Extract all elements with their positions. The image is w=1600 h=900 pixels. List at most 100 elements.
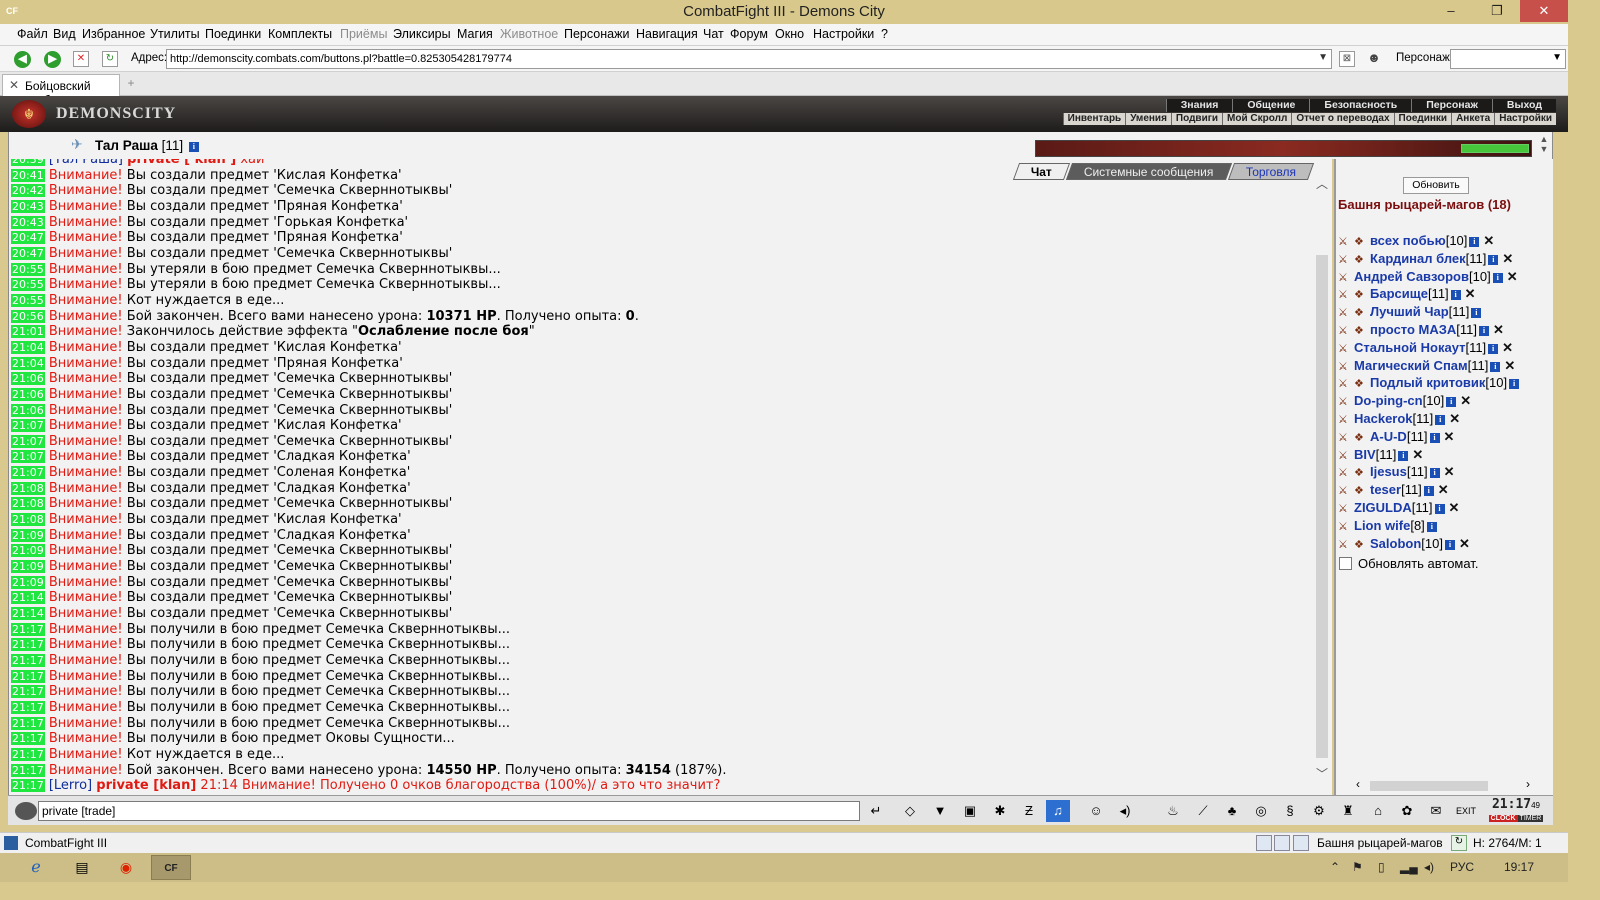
- player-nick[interactable]: всех побью: [1370, 233, 1446, 248]
- menu-item[interactable]: Файл: [17, 27, 48, 41]
- info-icon[interactable]: i: [1429, 432, 1440, 443]
- scroll-icon[interactable]: §: [1278, 800, 1302, 822]
- chat-timestamp[interactable]: 21:08: [11, 513, 45, 527]
- save-icon[interactable]: ▣: [958, 800, 982, 822]
- translit-icon[interactable]: Ƶ: [1017, 800, 1041, 822]
- armor-icon[interactable]: ♜: [1336, 800, 1360, 822]
- player-nick[interactable]: Lion wife: [1354, 518, 1410, 533]
- panel-scroll-arrows[interactable]: ▲ ▼: [1537, 134, 1551, 157]
- menu-item[interactable]: Окно: [775, 27, 804, 41]
- player-nick[interactable]: Андрей Савзоров: [1354, 269, 1469, 284]
- header-sublink[interactable]: Поединки: [1393, 113, 1452, 125]
- chat-tab[interactable]: Системные сообщения: [1065, 163, 1232, 180]
- info-icon[interactable]: i: [1488, 343, 1499, 354]
- attack-x-icon[interactable]: ✕: [1412, 447, 1423, 462]
- menu-item[interactable]: Комплекты: [268, 27, 332, 41]
- chat-timestamp[interactable]: 21:17: [11, 622, 45, 636]
- chat-timestamp[interactable]: 21:09: [11, 560, 45, 574]
- clan-icon[interactable]: ❖: [1354, 305, 1370, 319]
- header-link[interactable]: Знания: [1165, 99, 1233, 112]
- browser-icon[interactable]: ℯ: [16, 855, 56, 880]
- chat-timestamp[interactable]: 20:55: [11, 293, 45, 307]
- info-icon[interactable]: i: [1479, 325, 1490, 336]
- swords-icon[interactable]: ⚔: [1338, 341, 1354, 355]
- language-indicator[interactable]: РУС: [1450, 860, 1474, 874]
- clan-icon[interactable]: ❖: [1354, 465, 1370, 479]
- player-nick[interactable]: Salobon: [1370, 536, 1421, 551]
- chat-timestamp[interactable]: 20:55: [11, 278, 45, 292]
- info-icon[interactable]: i: [1450, 290, 1461, 301]
- chat-timestamp[interactable]: 20:56: [11, 309, 45, 323]
- volume-icon[interactable]: ◂): [1424, 860, 1434, 874]
- address-input[interactable]: http://demonscity.combats.com/buttons.pl…: [166, 49, 1332, 69]
- plus-icon[interactable]: +: [123, 76, 139, 92]
- swords-icon[interactable]: ⚔: [1338, 359, 1354, 373]
- signal-icon[interactable]: ▂▄: [1400, 860, 1418, 874]
- chat-mode-icon[interactable]: [15, 802, 37, 820]
- player-nick[interactable]: Ijesus: [1370, 464, 1407, 479]
- player-nick[interactable]: Hackerok: [1354, 411, 1413, 426]
- chat-timestamp[interactable]: 21:17: [11, 685, 45, 699]
- info-icon[interactable]: i: [188, 142, 199, 152]
- player-nick[interactable]: BIV: [1354, 447, 1376, 462]
- attack-x-icon[interactable]: ✕: [1444, 429, 1455, 444]
- gear-icon[interactable]: ⚙: [1307, 800, 1331, 822]
- stop-icon[interactable]: ✕: [73, 51, 89, 67]
- reload-icon[interactable]: ↻: [102, 51, 118, 67]
- auto-refresh-row[interactable]: Обновлять автомат.: [1339, 556, 1478, 571]
- menu-item[interactable]: Форум: [730, 27, 768, 41]
- info-icon[interactable]: i: [1471, 308, 1482, 319]
- swords-icon[interactable]: ⚔: [1338, 519, 1354, 533]
- info-icon[interactable]: i: [1435, 414, 1446, 425]
- chat-timestamp[interactable]: 21:17: [11, 716, 45, 730]
- menu-item[interactable]: Персонажи: [564, 27, 629, 41]
- exit-icon[interactable]: EXIT: [1454, 800, 1478, 822]
- chat-user[interactable]: [Тал Раша]: [49, 159, 123, 167]
- info-icon[interactable]: i: [1490, 361, 1501, 372]
- info-icon[interactable]: i: [1398, 450, 1409, 461]
- attack-x-icon[interactable]: ✕: [1449, 500, 1460, 515]
- player-nick[interactable]: Кардинал блек: [1370, 251, 1466, 266]
- flag-icon[interactable]: ⚑: [1352, 860, 1363, 874]
- menu-item[interactable]: Магия: [457, 27, 493, 41]
- menu-item[interactable]: Приёмы: [340, 27, 387, 41]
- tray-arrow-icon[interactable]: ⌃: [1330, 860, 1340, 874]
- header-sublink[interactable]: Инвентарь: [1062, 113, 1126, 125]
- attack-x-icon[interactable]: ✕: [1444, 464, 1455, 479]
- menu-item[interactable]: Чат: [703, 27, 724, 41]
- send-icon[interactable]: ↵: [864, 800, 888, 822]
- users-icon[interactable]: ☻: [1366, 51, 1382, 67]
- clan-icon[interactable]: ❖: [1354, 252, 1370, 266]
- header-sublink[interactable]: Анкета: [1451, 113, 1494, 125]
- attack-x-icon[interactable]: ✕: [1493, 322, 1504, 337]
- hscroll-thumb[interactable]: [1370, 781, 1488, 791]
- swords-icon[interactable]: ⚔: [1338, 448, 1354, 462]
- attack-x-icon[interactable]: ✕: [1483, 233, 1494, 248]
- clan-icon[interactable]: ❖: [1354, 483, 1370, 497]
- chat-timestamp[interactable]: 20:47: [11, 231, 45, 245]
- taskbar-clock[interactable]: 19:17: [1504, 860, 1534, 874]
- player-nick[interactable]: A-U-D: [1370, 429, 1407, 444]
- attack-x-icon[interactable]: ✕: [1460, 393, 1471, 408]
- chat-timestamp[interactable]: 21:14: [11, 591, 45, 605]
- player-name[interactable]: Тал Раша [11] i: [95, 138, 199, 153]
- player-nick[interactable]: Барсище: [1370, 286, 1428, 301]
- attack-x-icon[interactable]: ✕: [1507, 269, 1518, 284]
- attack-x-icon[interactable]: ✕: [1502, 340, 1513, 355]
- info-icon[interactable]: i: [1446, 397, 1457, 408]
- swords-icon[interactable]: ⚔: [1338, 287, 1354, 301]
- swords-icon[interactable]: ⚔: [1338, 501, 1354, 515]
- clan-icon[interactable]: ❖: [1354, 376, 1370, 390]
- chat-timestamp[interactable]: 20:55: [11, 262, 45, 276]
- music-icon[interactable]: ♫: [1046, 800, 1070, 822]
- potion-icon[interactable]: ♨: [1161, 800, 1185, 822]
- swords-icon[interactable]: ⚔: [1338, 305, 1354, 319]
- flower-icon[interactable]: ✿: [1395, 800, 1419, 822]
- header-link[interactable]: Безопасность: [1309, 99, 1411, 112]
- swords-icon[interactable]: ⚔: [1338, 430, 1354, 444]
- character-select[interactable]: ▼: [1450, 49, 1566, 69]
- info-icon[interactable]: i: [1488, 254, 1499, 265]
- bird-icon[interactable]: ✉: [1424, 800, 1448, 822]
- info-icon[interactable]: i: [1469, 237, 1480, 247]
- header-sublink[interactable]: Настройки: [1494, 113, 1556, 125]
